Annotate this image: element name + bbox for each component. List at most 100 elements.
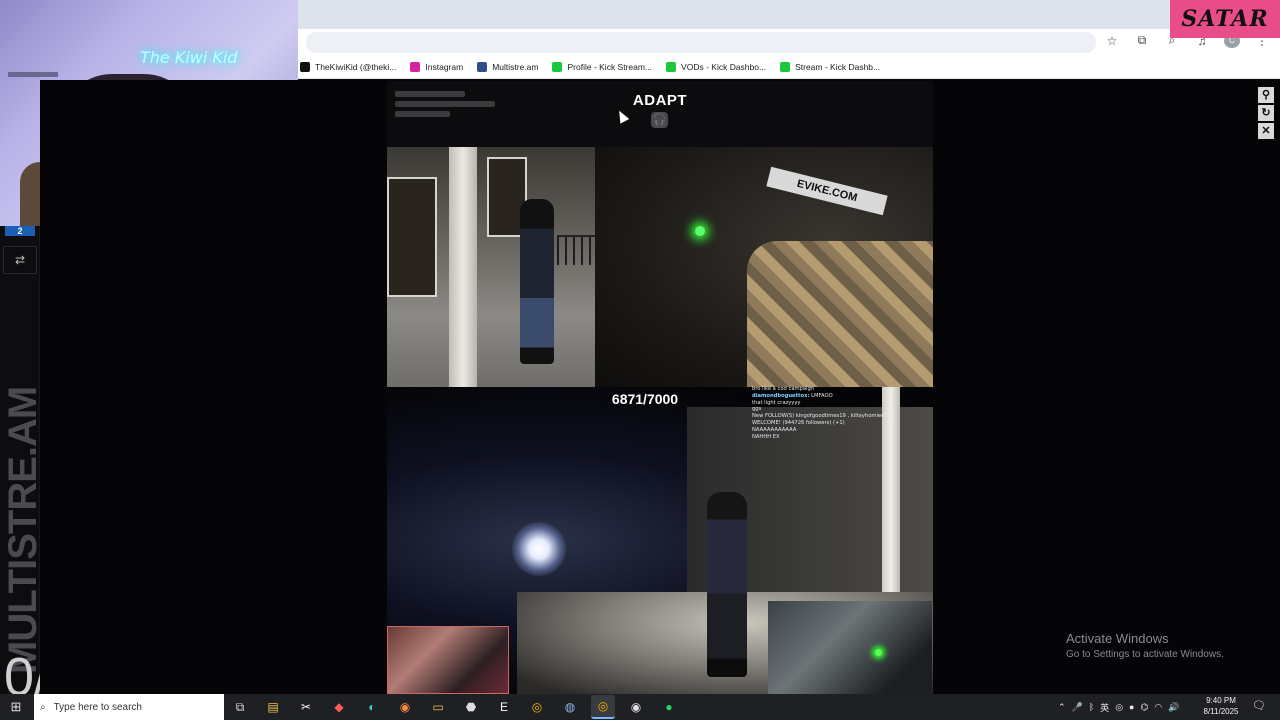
chat-message: bro like a cod campaign: [752, 386, 932, 393]
chrome-profile-icon[interactable]: ◎: [591, 695, 615, 719]
green-laser-light: [875, 649, 882, 656]
system-tray: ⌃ 🎤 ᛒ 英 ◎ ● ⌬ ◠ 🔊: [1058, 694, 1179, 720]
chat-text: NAAAAAAAAAAA: [752, 426, 797, 433]
chat-message: NAHHH EX: [752, 434, 932, 441]
capcut-icon[interactable]: ✂: [294, 695, 318, 719]
url-field[interactable]: [306, 32, 1096, 53]
pip-porch-cam: [768, 601, 932, 694]
chat-text: ggs: [752, 406, 762, 413]
bookmark-item[interactable]: Multistre.am: [475, 61, 540, 72]
browser-tabstrip: [298, 0, 1280, 29]
bookmark-label: Profile - Kick Stream...: [567, 61, 653, 72]
windows-activation-watermark: Activate Windows Go to Settings to activ…: [1066, 631, 1224, 660]
chat-text: LMFAOO: [811, 392, 833, 399]
chat-text: that light crazyyyy: [752, 399, 801, 406]
bookmark-label: Stream - Kick Dashb...: [795, 61, 881, 72]
player-kid: [520, 199, 554, 364]
green-laser-light: [695, 226, 705, 236]
multistream-icon: [477, 61, 488, 72]
bookmarks-bar: TheKiwiKid (@theki... Instagram Multistre.…: [298, 55, 1280, 79]
brand-logo: SATAR: [1170, 0, 1280, 38]
taskbar-search[interactable]: ⌕ Type here to search: [34, 694, 224, 720]
chat-message: diamondboguettox: LMFAOO: [752, 393, 932, 400]
obs-icon[interactable]: ◉: [624, 695, 648, 719]
wall-shelf: [8, 72, 58, 77]
spotify-tray-icon[interactable]: ●: [1129, 702, 1134, 712]
volume-icon[interactable]: 🔊: [1168, 702, 1179, 713]
bookmark-item[interactable]: Profile - Kick Stream...: [550, 61, 654, 72]
chat-text: New FOLLOW(S) kingofgoodtimes19 , kiltay…: [752, 413, 891, 420]
flashlight-glare: [512, 522, 566, 576]
camo-vest: [747, 241, 933, 387]
taskbar-apps: ⧉ ▤ ✂ ◆ ◐ ◉ ▭ ⬣ E ◎ ◍ ◎ ◉ ●: [228, 694, 681, 720]
chrome-icon[interactable]: ◎: [525, 695, 549, 719]
steam-icon[interactable]: ◍: [558, 695, 582, 719]
bookmark-star-icon[interactable]: ☆: [1104, 34, 1120, 48]
taskbar: ⊞ ⌕ Type here to search ⧉ ▤ ✂ ◆ ◐ ◉ ▭ ⬣ E ◎ ◍ ◎ ◉ ● ⌃…: [0, 694, 1280, 720]
firefox-icon[interactable]: ◉: [393, 695, 417, 719]
multistream-watermark: MULTISTRE.AM: [1, 386, 45, 674]
chat-message: that light crazyyyy: [752, 400, 932, 407]
player-silhouette: [707, 492, 747, 677]
desktop-screen: ☆ ⧉ ⌕ ♫ C ⋮ TheKiwiKid (@theki... Instagr…: [0, 0, 1280, 720]
porch-pillar: [449, 147, 477, 387]
db-icon[interactable]: ⬣: [459, 695, 483, 719]
bluetooth-icon[interactable]: ᛒ: [1089, 702, 1094, 712]
activation-title: Activate Windows: [1066, 631, 1169, 646]
tiktok-icon: [300, 61, 310, 72]
wifi-icon[interactable]: ◠: [1154, 702, 1162, 713]
kick-icon: [552, 61, 563, 72]
chat-line: [395, 101, 495, 107]
swap-layout-button[interactable]: ⇄: [3, 246, 37, 274]
swap-icon: ⇄: [14, 253, 26, 267]
steam-tray-icon[interactable]: ◎: [1115, 702, 1123, 713]
chat-text: bro like a cod campaign: [752, 386, 815, 392]
chevron-up-icon[interactable]: ⌃: [1058, 702, 1066, 713]
start-button[interactable]: ⊞: [8, 699, 24, 715]
close-icon[interactable]: ✕: [1258, 123, 1274, 139]
ime-icon[interactable]: 英: [1100, 701, 1109, 714]
stage-title: ADAPT: [632, 92, 688, 109]
pip-room-cam: [387, 626, 509, 694]
file-manager-icon[interactable]: ▤: [261, 695, 285, 719]
task-view-icon[interactable]: ⧉: [228, 695, 252, 719]
chat-overlay-top: [395, 91, 505, 141]
kick-icon: [780, 61, 791, 72]
chat-line: [395, 111, 450, 117]
chat-line: [395, 91, 465, 97]
window-left: [387, 177, 437, 297]
clock-time: 9:40 PM: [1206, 696, 1236, 705]
viewer-badge: 2: [5, 226, 35, 236]
edge-icon[interactable]: ◐: [360, 695, 384, 719]
search-icon: ⌕: [40, 701, 46, 713]
user-icon[interactable]: ⚲: [1258, 87, 1274, 103]
bookmark-item[interactable]: Stream - Kick Dashb...: [778, 61, 882, 72]
extensions-icon[interactable]: ⧉: [1134, 33, 1150, 48]
side-controls: ⚲ ↻ ✕: [1258, 87, 1274, 139]
bookmark-item[interactable]: VODs - Kick Dashbo...: [664, 61, 768, 72]
system-clock[interactable]: 9:40 PM 8/11/2025: [1198, 695, 1244, 717]
chat-message: New FOLLOW(S) kingofgoodtimes19 , kiltay…: [752, 413, 932, 420]
bookmark-label: Instagram: [425, 61, 464, 72]
search-placeholder: Type here to search: [53, 701, 142, 713]
folder-icon[interactable]: ▭: [426, 695, 450, 719]
chat-overlay-bottom: bro like a cod campaign diamondboguettox:…: [752, 386, 932, 440]
microphone-icon[interactable]: 🎤: [1072, 702, 1083, 713]
chat-message: NAAAAAAAAAAA: [752, 427, 932, 434]
headphones-icon[interactable]: 🎧: [651, 112, 668, 128]
bookmark-item[interactable]: Instagram: [408, 61, 465, 72]
browser-addressbar: ☆ ⧉ ⌕ ♫ C ⋮: [298, 29, 1280, 55]
clock-date: 8/11/2025: [1203, 707, 1239, 716]
notification-icon[interactable]: 🗨: [1252, 699, 1266, 713]
kick-icon: [666, 61, 677, 72]
progress-counter: 6871/7000: [611, 391, 679, 407]
chat-username: diamondboguettox:: [752, 392, 810, 399]
bookmark-label: VODs - Kick Dashbo...: [681, 61, 767, 72]
epic-games-icon[interactable]: E: [492, 695, 516, 719]
network-icon[interactable]: ⌬: [1140, 702, 1148, 713]
color-app-icon[interactable]: ◆: [327, 695, 351, 719]
refresh-icon[interactable]: ↻: [1258, 105, 1274, 121]
bookmark-item[interactable]: TheKiwiKid (@theki...: [298, 61, 398, 72]
instagram-icon: [410, 61, 421, 72]
spotify-icon[interactable]: ●: [657, 695, 681, 719]
